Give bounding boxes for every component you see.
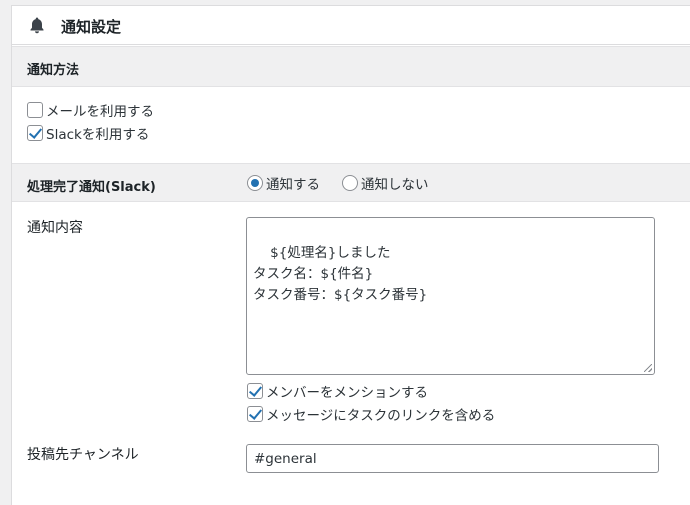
notify-on-label: 通知する <box>266 177 320 193</box>
notification-method-section: 通知方法 <box>12 46 690 87</box>
slack-option-label: Slackを利用する <box>46 127 150 143</box>
notify-on-radio[interactable] <box>247 175 263 191</box>
notification-settings-panel: 通知設定 通知方法 メールを利用する Slackを利用する 処理完了通知(Sla… <box>11 5 690 505</box>
content-text: ${処理名}しました タスク名：${件名} タスク番号：${タスク番号} <box>253 245 428 303</box>
task-link-checkbox[interactable] <box>247 406 263 422</box>
completion-notification-label: 処理完了通知(Slack) <box>27 180 156 195</box>
content-textarea[interactable]: ${処理名}しました タスク名：${件名} タスク番号：${タスク番号} <box>246 217 655 375</box>
notify-off-label: 通知しない <box>361 177 429 193</box>
notify-off-radio[interactable] <box>342 175 358 191</box>
completion-notification-section: 処理完了通知(Slack) 通知する 通知しない <box>12 163 690 202</box>
resize-handle[interactable] <box>644 364 652 372</box>
mention-option[interactable]: メンバーをメンションする <box>247 381 428 401</box>
channel-input[interactable]: #general <box>246 444 659 473</box>
panel-title: 通知設定 <box>61 18 122 36</box>
mention-checkbox[interactable] <box>247 383 263 399</box>
channel-label: 投稿先チャンネル <box>27 447 139 463</box>
content-label: 通知内容 <box>27 220 83 236</box>
notify-on-option[interactable]: 通知する <box>247 173 320 193</box>
email-checkbox[interactable] <box>27 102 43 118</box>
channel-value: #general <box>254 450 317 467</box>
panel-header: 通知設定 <box>12 6 690 45</box>
slack-checkbox[interactable] <box>27 125 43 141</box>
task-link-option[interactable]: メッセージにタスクのリンクを含める <box>247 404 495 424</box>
mention-option-label: メンバーをメンションする <box>266 385 428 401</box>
task-link-option-label: メッセージにタスクのリンクを含める <box>266 408 496 424</box>
email-option[interactable]: メールを利用する <box>27 100 154 120</box>
slack-option[interactable]: Slackを利用する <box>27 123 149 143</box>
notification-method-label: 通知方法 <box>27 63 80 78</box>
notify-off-option[interactable]: 通知しない <box>342 173 429 193</box>
bell-icon <box>30 17 44 34</box>
email-option-label: メールを利用する <box>46 104 154 120</box>
